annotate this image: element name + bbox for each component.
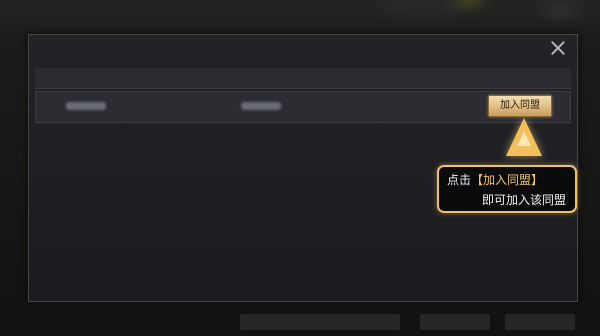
bottom-bar-item [505, 314, 575, 330]
tutorial-tooltip: 点击【加入同盟】 即可加入该同盟 [437, 165, 577, 213]
level-cell [141, 92, 211, 122]
obscured-text [66, 102, 106, 110]
close-icon[interactable] [549, 39, 567, 57]
join-guild-button[interactable]: 加入同盟 [488, 95, 552, 117]
obscured-text [241, 102, 281, 110]
bottom-bar [0, 306, 600, 336]
status-cell [316, 92, 386, 122]
bottom-bar-item [240, 314, 400, 330]
tooltip-line-1: 点击【加入同盟】 [447, 171, 543, 188]
column-header-action [490, 68, 560, 88]
pointer-arrow-highlight [517, 131, 531, 146]
leader-cell [226, 92, 296, 122]
table-header [35, 68, 571, 89]
column-header-leader [225, 68, 295, 88]
guild-name-cell [51, 92, 121, 122]
tooltip-prefix: 点击 [447, 173, 472, 187]
bottom-bar-item [420, 314, 490, 330]
tooltip-line-2: 即可加入该同盟 [481, 193, 566, 207]
column-header-requirement [400, 68, 470, 88]
tooltip-highlight: 【加入同盟】 [471, 173, 544, 187]
requirement-cell [401, 92, 471, 122]
column-header-name [50, 68, 120, 88]
column-header-status [315, 68, 385, 88]
column-header-level [140, 68, 210, 88]
